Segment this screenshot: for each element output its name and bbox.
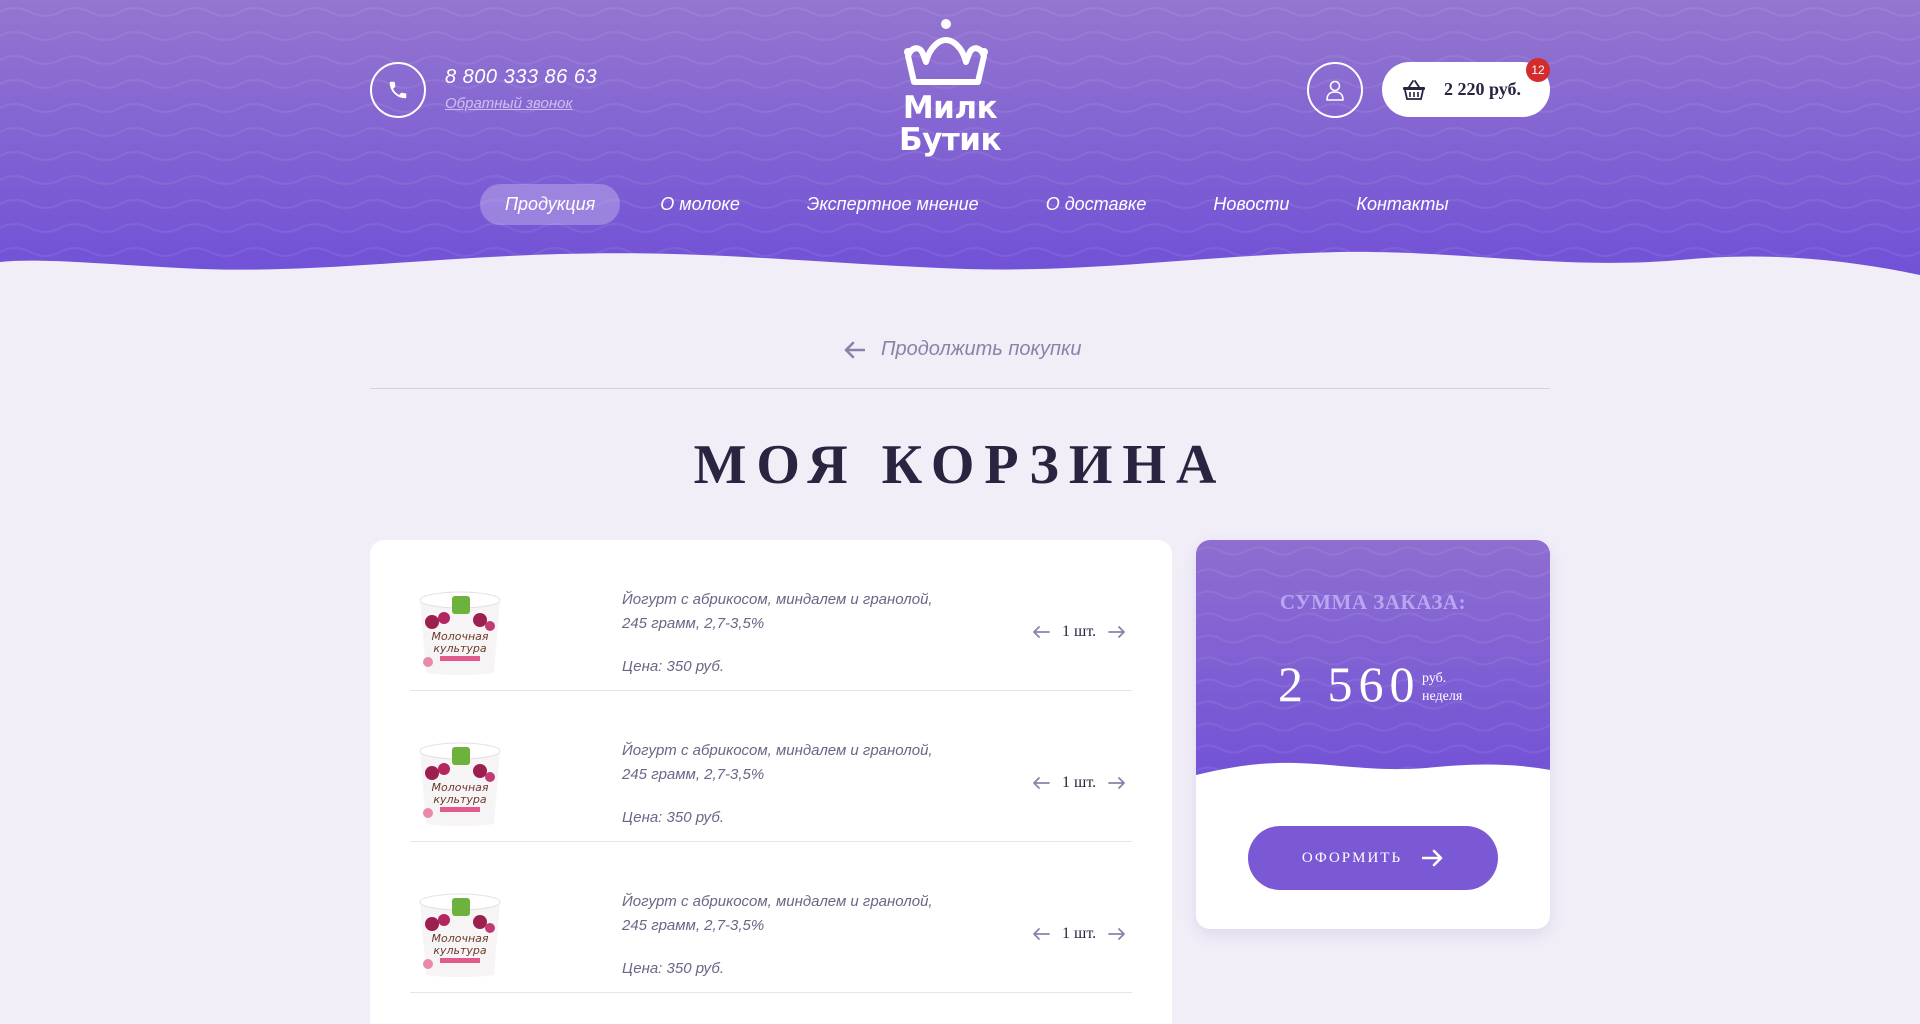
svg-text:культура: культура (433, 793, 487, 806)
cart-button[interactable]: 2 220 руб. 12 (1382, 58, 1550, 117)
product-price: Цена: 350 руб. (622, 809, 724, 826)
phone-number[interactable]: 8 800 333 86 63 (445, 66, 597, 89)
order-summary-card: СУММА ЗАКАЗА: 2 560 руб. неделя ОФОРМИТЬ (1196, 540, 1550, 929)
decrease-arrow-icon[interactable] (1032, 776, 1050, 790)
product-name-line1: Йогурт с абрикосом, миндалем и гранолой, (622, 742, 933, 759)
product-name-line1: Йогурт с абрикосом, миндалем и гранолой, (622, 591, 933, 608)
arrow-left-icon (844, 341, 865, 358)
logo-text-line2: Бутик (898, 122, 1002, 158)
product-name: Йогурт с абрикосом, миндалем и гранолой,… (622, 588, 942, 636)
arrow-right-icon (1422, 849, 1443, 867)
page-title: МОЯ КОРЗИНА (693, 434, 1227, 496)
main-nav: Продукция О молоке Экспертное мнение О д… (480, 184, 1474, 225)
product-name-line1: Йогурт с абрикосом, миндалем и гранолой, (622, 893, 933, 910)
svg-text:культура: культура (433, 642, 487, 655)
basket-icon (1403, 79, 1425, 100)
logo-text-line1: Милк (902, 90, 998, 126)
order-sum-period: неделя (1422, 689, 1463, 704)
cart-item: Молочная культура Йогурт с абрикосом, ми… (410, 691, 1132, 842)
quantity-stepper: 1 шт. (1032, 925, 1126, 943)
account-button[interactable] (1307, 62, 1363, 118)
order-sum-amount: 2 560 (1278, 656, 1421, 712)
checkout-button[interactable]: ОФОРМИТЬ (1248, 826, 1498, 890)
product-name: Йогурт с абрикосом, миндалем и гранолой,… (622, 890, 942, 938)
quantity-value: 1 шт. (1062, 925, 1097, 942)
svg-text:культура: культура (433, 944, 487, 957)
cart-count-badge: 12 (1526, 58, 1550, 82)
site-header: 8 800 333 86 63 Обратный звонок Милк Бут… (0, 0, 1920, 282)
increase-arrow-icon[interactable] (1108, 625, 1126, 639)
product-price: Цена: 350 руб. (622, 658, 724, 675)
nav-item-about-milk[interactable]: О молоке (635, 184, 765, 225)
quantity-value: 1 шт. (1062, 623, 1097, 640)
continue-shopping-label: Продолжить покупки (881, 338, 1082, 360)
product-name-line2: 245 грамм, 2,7-3,5% (622, 615, 765, 632)
nav-item-products[interactable]: Продукция (480, 184, 621, 225)
product-name-line2: 245 грамм, 2,7-3,5% (622, 766, 765, 783)
callback-link[interactable]: Обратный звонок (445, 95, 573, 112)
quantity-stepper: 1 шт. (1032, 623, 1126, 641)
nav-item-contacts[interactable]: Контакты (1331, 184, 1473, 225)
nav-item-expert-opinion[interactable]: Экспертное мнение (782, 184, 1004, 225)
cart-items-card: Молочная культура Йогурт с абрикосом, ми… (370, 540, 1172, 1024)
crown-icon (904, 19, 988, 85)
nav-item-news[interactable]: Новости (1188, 184, 1314, 225)
product-price: Цена: 350 руб. (622, 960, 724, 977)
decrease-arrow-icon[interactable] (1032, 625, 1050, 639)
quantity-stepper: 1 шт. (1032, 774, 1126, 792)
phone-icon (389, 81, 407, 99)
cart-item: Молочная культура Йогурт с абрикосом, ми… (410, 842, 1132, 993)
logo[interactable]: Милк Бутик (890, 18, 1010, 158)
product-image: Молочная культура (419, 893, 501, 977)
increase-arrow-icon[interactable] (1108, 927, 1126, 941)
quantity-value: 1 шт. (1062, 774, 1097, 791)
divider (370, 388, 1550, 389)
order-sum-currency: руб. (1422, 671, 1447, 686)
nav-item-delivery[interactable]: О доставке (1021, 184, 1172, 225)
decrease-arrow-icon[interactable] (1032, 927, 1050, 941)
product-image: Молочная культура (419, 591, 501, 675)
checkout-label: ОФОРМИТЬ (1301, 849, 1403, 866)
order-sum-unit: руб. неделя (1422, 670, 1462, 706)
user-icon (1326, 80, 1344, 101)
continue-shopping-link[interactable]: Продолжить покупки (843, 338, 1082, 361)
cart-total: 2 220 руб. (1444, 79, 1522, 99)
call-button[interactable] (370, 62, 426, 118)
product-name-line2: 245 грамм, 2,7-3,5% (622, 917, 765, 934)
cart-item: Молочная культура Йогурт с абрикосом, ми… (410, 540, 1132, 691)
product-image: Молочная культура (419, 742, 501, 826)
order-sum-label: СУММА ЗАКАЗА: (1279, 590, 1467, 614)
product-name: Йогурт с абрикосом, миндалем и гранолой,… (622, 739, 942, 787)
increase-arrow-icon[interactable] (1108, 776, 1126, 790)
